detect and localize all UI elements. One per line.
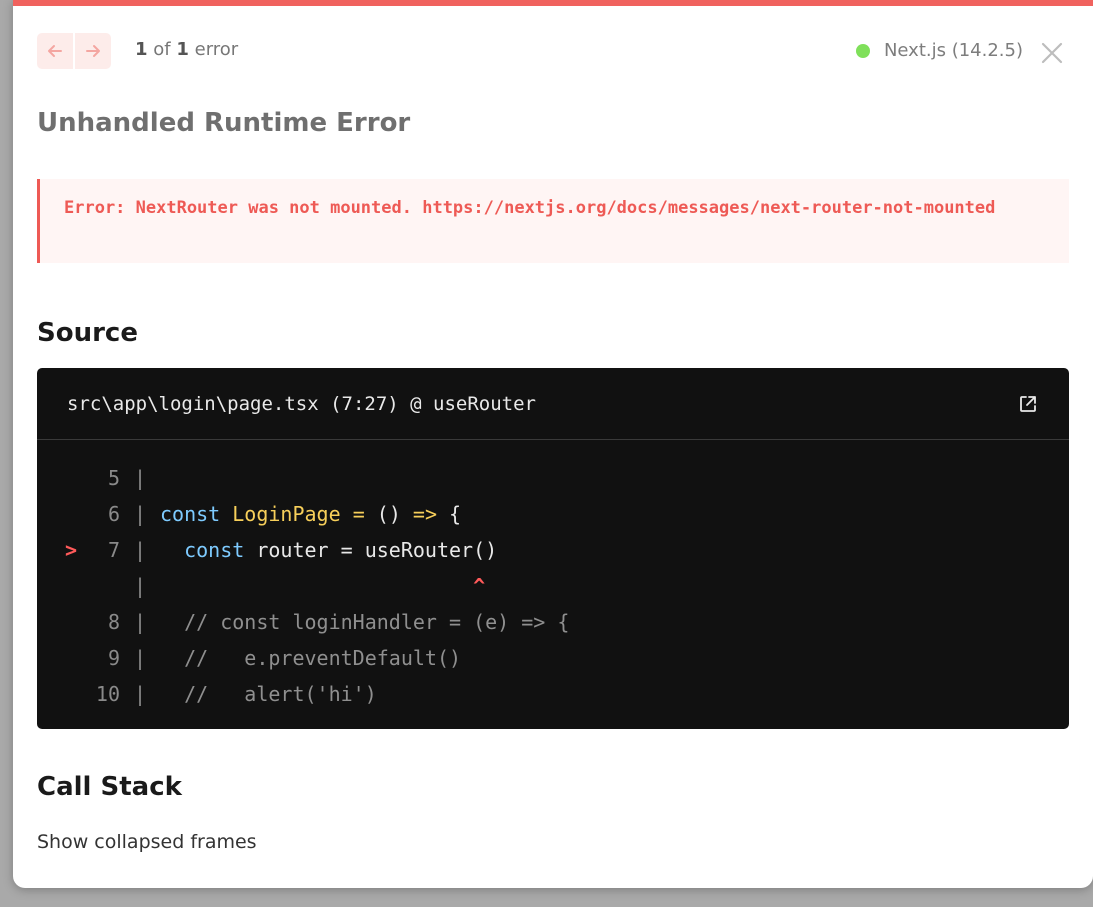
counter-of-text: of bbox=[153, 39, 171, 60]
source-file-header: src\app\login\page.tsx (7:27) @ useRoute… bbox=[37, 368, 1069, 440]
code-line: 6 | const LoginPage = () => { bbox=[37, 496, 1069, 532]
line-number: 9 bbox=[107, 646, 120, 670]
source-code-panel: src\app\login\page.tsx (7:27) @ useRoute… bbox=[37, 368, 1069, 729]
line-gutter-separator: | bbox=[134, 502, 147, 526]
line-gutter-separator: | bbox=[134, 610, 147, 634]
line-gutter-separator: | bbox=[134, 682, 147, 706]
line-gutter-separator: | bbox=[134, 466, 147, 490]
line-number: 5 bbox=[107, 466, 120, 490]
error-column-caret: ^ bbox=[473, 574, 486, 598]
code-token: => bbox=[412, 502, 437, 526]
external-link-icon[interactable] bbox=[1017, 393, 1039, 415]
total-error-count: 1 bbox=[176, 39, 189, 60]
code-token: router = useRouter() bbox=[244, 538, 498, 562]
current-error-index: 1 bbox=[135, 39, 148, 60]
framework-version: Next.js (14.2.5) bbox=[855, 40, 1023, 61]
code-text: const router = useRouter() bbox=[160, 532, 497, 568]
line-gutter-separator: | bbox=[134, 646, 147, 670]
source-file-location[interactable]: src\app\login\page.tsx (7:27) @ useRoute… bbox=[67, 393, 536, 415]
line-gutter-separator: | bbox=[134, 574, 147, 598]
code-token: { bbox=[437, 502, 462, 526]
code-token: // const loginHandler = (e) => { bbox=[160, 610, 570, 634]
line-number bbox=[77, 568, 120, 604]
code-token: // e.preventDefault() bbox=[160, 646, 462, 670]
framework-version-label: Next.js (14.2.5) bbox=[883, 40, 1023, 61]
code-text: // e.preventDefault() bbox=[160, 640, 461, 676]
error-message: Error: NextRouter was not mounted. https… bbox=[37, 179, 1069, 263]
error-navigation bbox=[37, 33, 111, 69]
close-icon[interactable] bbox=[1039, 40, 1065, 66]
code-line: 8 | // const loginHandler = (e) => { bbox=[37, 604, 1069, 640]
line-number: 7 bbox=[107, 538, 120, 562]
next-error-button[interactable] bbox=[75, 33, 111, 69]
error-counter: 1 of 1 error bbox=[135, 39, 238, 60]
code-token: // alert('hi') bbox=[160, 682, 377, 706]
show-collapsed-frames-button[interactable]: Show collapsed frames bbox=[37, 831, 257, 853]
error-line-marker bbox=[37, 676, 77, 712]
error-line-marker bbox=[37, 460, 77, 496]
line-number: 10 bbox=[95, 682, 120, 706]
error-line-marker bbox=[37, 604, 77, 640]
top-accent-bar bbox=[13, 0, 1093, 6]
error-line-marker bbox=[37, 640, 77, 676]
status-dot-icon bbox=[855, 43, 870, 58]
code-line: 9 | // e.preventDefault() bbox=[37, 640, 1069, 676]
error-heading: Unhandled Runtime Error bbox=[37, 108, 411, 138]
error-line-marker bbox=[37, 568, 77, 604]
line-number: 6 bbox=[107, 502, 120, 526]
arrow-left-icon bbox=[48, 45, 62, 57]
code-line: 5 | bbox=[37, 460, 1069, 496]
code-line: 10 | // alert('hi') bbox=[37, 676, 1069, 712]
error-overlay-dialog: 1 of 1 error Next.js (14.2.5) Unhandled … bbox=[13, 0, 1093, 888]
code-text: const LoginPage = () => { bbox=[160, 496, 461, 532]
previous-error-button[interactable] bbox=[37, 33, 73, 69]
code-text: // alert('hi') bbox=[160, 676, 377, 712]
code-token: () bbox=[364, 502, 413, 526]
code-line: >7 | const router = useRouter() bbox=[37, 532, 1069, 568]
call-stack-section-title: Call Stack bbox=[37, 772, 182, 802]
code-token: = bbox=[352, 502, 365, 526]
code-token: const bbox=[160, 502, 221, 526]
code-text: ^ bbox=[160, 568, 485, 604]
code-token: const bbox=[184, 538, 245, 562]
counter-unit: error bbox=[194, 39, 239, 60]
source-code-body: 5 | 6 | const LoginPage = () => {>7 | const r… bbox=[37, 440, 1069, 712]
code-token: LoginPage bbox=[232, 502, 341, 526]
line-gutter-separator: | bbox=[134, 538, 147, 562]
arrow-right-icon bbox=[86, 45, 100, 57]
source-section-title: Source bbox=[37, 318, 138, 348]
error-line-marker: > bbox=[64, 538, 77, 562]
code-line: | ^ bbox=[37, 568, 1069, 604]
code-text: // const loginHandler = (e) => { bbox=[160, 604, 569, 640]
error-line-marker bbox=[37, 496, 77, 532]
line-number: 8 bbox=[107, 610, 120, 634]
